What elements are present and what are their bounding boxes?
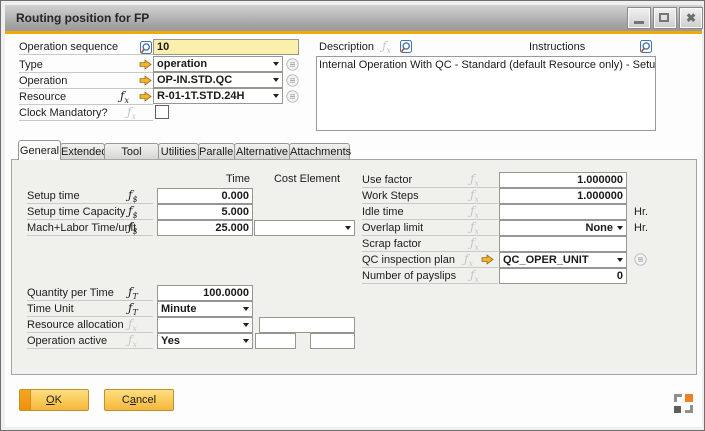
- description-text: Internal Operation With QC - Standard (d…: [319, 59, 656, 71]
- operation-active-to-input[interactable]: [310, 333, 355, 349]
- type-value: operation: [157, 58, 207, 70]
- setup-time-capacity-input[interactable]: 5.000: [157, 204, 253, 220]
- resource-allocation-extra-input[interactable]: [259, 317, 355, 333]
- operation-sequence-label: Operation sequence: [19, 39, 153, 55]
- time-unit-dropdown[interactable]: Minute: [157, 301, 253, 317]
- window-title: Routing position for FP: [16, 5, 149, 31]
- choose-from-list-icon[interactable]: [286, 58, 299, 74]
- tab-utilities[interactable]: Utilities: [158, 143, 199, 160]
- tab-alternative[interactable]: Alternative: [234, 143, 290, 160]
- operation-label: Operation: [19, 73, 153, 89]
- zoom-editor-icon[interactable]: [399, 39, 413, 57]
- cost-element-dropdown[interactable]: [254, 220, 355, 236]
- work-steps-input[interactable]: 1.000000: [499, 188, 627, 204]
- time-column-header: Time: [157, 172, 250, 186]
- chevron-down-icon: [243, 339, 249, 343]
- ok-button[interactable]: OK: [19, 389, 89, 411]
- type-label: Type: [19, 57, 153, 73]
- resize-grip-icon[interactable]: [674, 394, 693, 413]
- use-factor-input[interactable]: 1.000000: [499, 172, 627, 188]
- close-icon: ✖: [681, 10, 701, 27]
- formula-icon-disabled: ƒx: [470, 188, 479, 204]
- resource-label: Resource: [19, 89, 153, 105]
- formula-icon-disabled: ƒx: [470, 204, 479, 220]
- instructions-label: Instructions: [529, 39, 585, 55]
- minimize-icon: [634, 21, 644, 24]
- ok-button-accent: [20, 390, 31, 410]
- idle-time-input[interactable]: [499, 204, 627, 220]
- tab-extended[interactable]: Extended: [60, 143, 105, 160]
- chevron-down-icon: [617, 258, 623, 262]
- description-textarea[interactable]: Internal Operation With QC - Standard (d…: [316, 56, 656, 131]
- tab-attachments[interactable]: Attachments: [289, 143, 350, 160]
- tab-parallel[interactable]: Parallel: [198, 143, 235, 160]
- operation-value: OP-IN.STD.QC: [157, 74, 232, 86]
- overlap-limit-unit: Hr.: [634, 220, 648, 236]
- qc-inspection-plan-dropdown[interactable]: QC_OPER_UNIT: [499, 252, 627, 268]
- qc-inspection-plan-label: QC inspection plan: [362, 252, 498, 268]
- link-arrow-icon[interactable]: [481, 254, 494, 268]
- clock-mandatory-checkbox[interactable]: [155, 105, 169, 119]
- tab-tool[interactable]: Tool: [104, 143, 159, 160]
- choose-from-list-icon[interactable]: [286, 74, 299, 90]
- chevron-down-icon: [617, 226, 623, 230]
- choose-from-list-icon[interactable]: [286, 90, 299, 106]
- formula-icon[interactable]: ƒ$: [128, 204, 138, 220]
- formula-icon-disabled: ƒx: [470, 268, 479, 284]
- chevron-down-icon: [243, 307, 249, 311]
- formula-icon-disabled: ƒx: [128, 317, 137, 333]
- description-label: Description: [319, 39, 374, 55]
- overlap-limit-dropdown[interactable]: None: [499, 220, 627, 236]
- chevron-down-icon: [345, 226, 351, 230]
- operation-sequence-value: 10: [157, 41, 169, 53]
- routing-position-dialog: Routing position for FP ✖ Operation sequ…: [0, 0, 705, 431]
- setup-time-input[interactable]: 0.000: [157, 188, 253, 204]
- resource-dropdown[interactable]: R-01-1T.STD.24H: [153, 88, 283, 104]
- resource-allocation-dropdown[interactable]: [157, 317, 253, 333]
- formula-icon[interactable]: ƒT: [128, 301, 138, 317]
- formula-icon-disabled: ƒx: [464, 252, 473, 268]
- maximize-icon: [659, 13, 669, 22]
- number-of-payslips-input[interactable]: 0: [499, 268, 627, 284]
- link-arrow-icon[interactable]: [139, 59, 152, 73]
- chevron-down-icon: [273, 78, 279, 82]
- cancel-button[interactable]: Cancel: [104, 389, 174, 411]
- operation-dropdown[interactable]: OP-IN.STD.QC: [153, 72, 283, 88]
- general-tab-panel: Time Cost Element Setup time ƒ$ 0.000 Se…: [11, 159, 697, 375]
- formula-icon-disabled: ƒx: [470, 172, 479, 188]
- chevron-down-icon: [243, 323, 249, 327]
- cost-element-column-header: Cost Element: [262, 172, 352, 186]
- resource-value: R-01-1T.STD.24H: [157, 90, 244, 102]
- formula-icon-disabled: ƒx: [128, 333, 137, 349]
- type-dropdown[interactable]: operation: [153, 56, 283, 72]
- close-button[interactable]: ✖: [680, 8, 702, 28]
- dialog-content: Operation sequence 10 Type operation Ope…: [5, 34, 702, 427]
- tab-general[interactable]: General: [18, 140, 61, 160]
- chevron-down-icon: [273, 62, 279, 66]
- scrap-factor-input[interactable]: [499, 236, 627, 252]
- formula-icon[interactable]: ƒT: [128, 285, 138, 301]
- link-arrow-icon[interactable]: [139, 91, 152, 105]
- zoom-editor-icon[interactable]: [139, 40, 153, 58]
- idle-time-unit: Hr.: [634, 204, 648, 220]
- link-arrow-icon[interactable]: [139, 75, 152, 89]
- formula-icon[interactable]: ƒ$: [128, 220, 138, 236]
- quantity-per-time-input[interactable]: 100.0000: [157, 285, 253, 301]
- operation-active-dropdown[interactable]: Yes: [157, 333, 253, 349]
- formula-icon[interactable]: ƒ$: [128, 188, 138, 204]
- formula-icon-disabled: ƒx: [127, 105, 136, 121]
- operation-sequence-input[interactable]: 10: [153, 39, 299, 55]
- formula-icon[interactable]: ƒx: [120, 89, 129, 105]
- maximize-button[interactable]: [654, 8, 676, 28]
- operation-active-from-input[interactable]: [255, 333, 296, 349]
- mach-labor-time-input[interactable]: 25.000: [157, 220, 253, 236]
- formula-icon-disabled: ƒx: [470, 220, 479, 236]
- titlebar[interactable]: Routing position for FP ✖: [5, 5, 702, 32]
- formula-icon-disabled: ƒx: [382, 39, 391, 55]
- chevron-down-icon: [273, 94, 279, 98]
- minimize-button[interactable]: [628, 8, 650, 28]
- zoom-editor-icon[interactable]: [639, 39, 653, 57]
- choose-from-list-icon[interactable]: [634, 253, 647, 269]
- formula-icon-disabled: ƒx: [470, 236, 479, 252]
